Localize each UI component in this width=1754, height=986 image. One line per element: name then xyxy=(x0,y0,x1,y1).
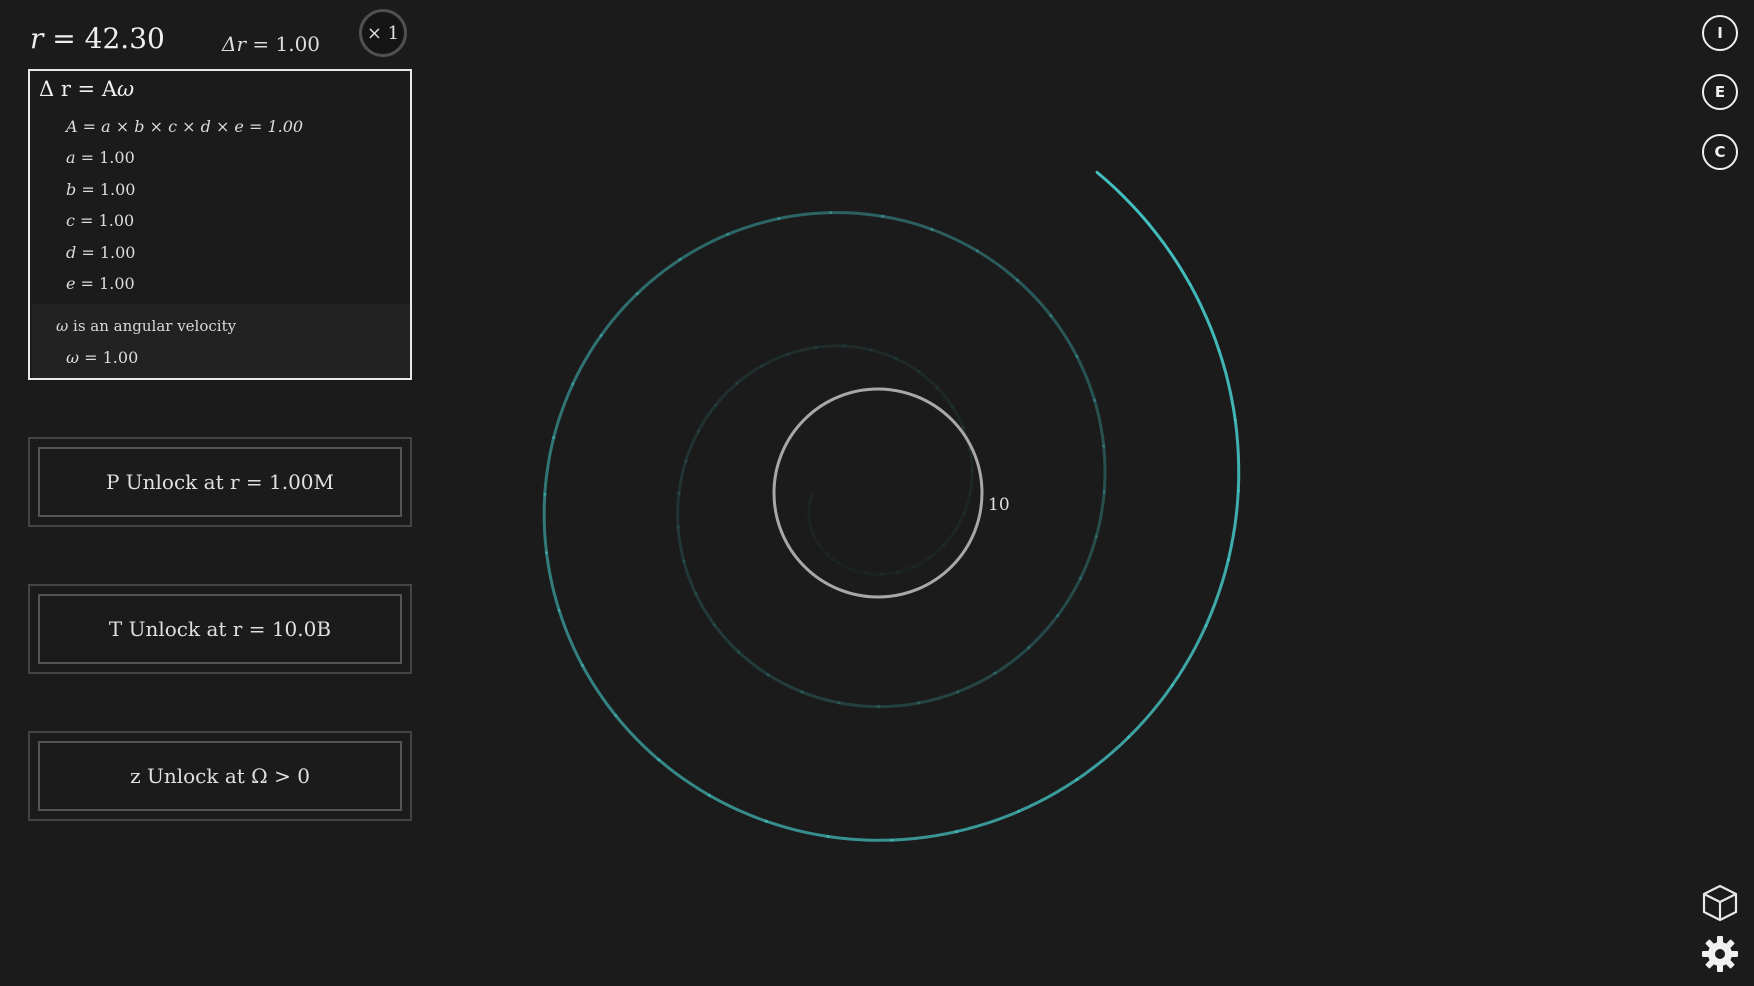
spiral-trail-segment xyxy=(542,492,548,555)
spiral-trail-segment xyxy=(881,214,934,231)
spiral-trail-segment xyxy=(677,459,688,495)
spiral-trail-segment xyxy=(808,521,815,536)
c-button[interactable]: C xyxy=(1702,134,1738,170)
spiral-trail-segment xyxy=(930,227,979,253)
spiral-trail-segment xyxy=(684,430,700,463)
spiral-trail-segment xyxy=(842,344,873,352)
spiral-trail-segment xyxy=(1095,170,1151,226)
spiral-trail-segment xyxy=(968,470,974,495)
current-radius-ring xyxy=(772,387,984,599)
spiral-trail-segment xyxy=(890,830,958,842)
spiral-trail-segment xyxy=(800,690,841,705)
gear-icon[interactable] xyxy=(1700,934,1740,974)
spiral-trail-segment xyxy=(968,448,974,473)
spiral-trail-segment xyxy=(735,364,764,385)
spiral-trail-segment xyxy=(811,532,821,547)
spiral-trail-segment xyxy=(896,565,916,574)
spiral-trail-segment xyxy=(953,511,966,532)
spiral-trail-segment xyxy=(726,217,781,236)
spiral-trail-segment xyxy=(975,249,1019,282)
spiral-trail-segment xyxy=(869,348,898,361)
spiral-trail-segment xyxy=(1233,418,1241,493)
spiral-trail-segment xyxy=(1204,558,1230,628)
spiral-trail-segment xyxy=(1170,624,1208,687)
spiral-trail-segment xyxy=(657,758,711,797)
spiral-trail-segment xyxy=(787,345,818,356)
spiral-trail-segment xyxy=(807,510,812,525)
spiral-trail-segment xyxy=(764,819,830,838)
spiral-trail-segment xyxy=(682,559,698,596)
info-button[interactable]: I xyxy=(1702,15,1738,51)
spiral-trail-segment xyxy=(580,663,618,718)
spiral-trail-segment xyxy=(849,567,867,575)
spiral-trail-segment xyxy=(1217,349,1237,422)
spiral-trail-segment xyxy=(676,525,686,563)
spiral-trail-segment xyxy=(956,671,997,694)
spiral-trail-segment xyxy=(545,551,561,612)
spiral-trail-segment xyxy=(829,211,884,218)
spiral-trail-segment xyxy=(894,357,920,373)
spiral-trail-segment xyxy=(814,344,846,349)
spiral-trail-segment xyxy=(1075,735,1131,782)
spiral-trail-segment xyxy=(954,809,1021,834)
spiral-trail-segment xyxy=(1102,444,1107,494)
cube-icon[interactable] xyxy=(1700,883,1740,923)
spiral-trail-segment xyxy=(635,258,682,296)
spiral-trail-segment xyxy=(1049,314,1079,358)
spiral-trail-segment xyxy=(807,500,812,514)
spiral-trail-segment xyxy=(676,491,681,529)
spiral-trail-segment xyxy=(962,491,972,515)
spiral-trail-segment xyxy=(552,382,575,439)
spiral-trail-segment xyxy=(1079,535,1098,580)
spiral-trail-segment xyxy=(543,436,556,496)
spiral-trail-segment xyxy=(678,232,730,261)
spiral-trail-segment xyxy=(836,561,853,571)
spiral-trail-segment xyxy=(1127,683,1174,739)
spiral-trail-segment xyxy=(712,623,741,654)
spiral-trail-segment xyxy=(599,292,639,337)
spiral-trail-segment xyxy=(927,544,945,560)
spiral-trail-segment xyxy=(912,556,931,569)
spiral-trail-segment xyxy=(1027,614,1060,650)
spiral-trail-segment xyxy=(935,386,954,409)
spiral-trail-segment xyxy=(737,650,770,677)
spiral-trail-segment xyxy=(1017,778,1079,813)
game-stage: r = 42.30 Δr = 1.00 × 1 Δ r = Aω A = a ×… xyxy=(0,0,1754,986)
spiral-trail-segment xyxy=(879,570,899,576)
spiral-trail-segment xyxy=(993,646,1031,675)
spiral-trail-segment xyxy=(817,543,829,556)
spiral-trail-segment xyxy=(760,352,790,368)
spiral-trail-segment xyxy=(1093,398,1106,448)
spiral-trail-segment xyxy=(1188,283,1221,353)
spiral-trail-segment xyxy=(916,369,939,390)
spiral-trail-segment xyxy=(825,553,840,565)
spiral-trail-segment xyxy=(614,714,661,762)
spiral-trail-segment xyxy=(916,690,960,705)
spiral-label: 10 xyxy=(988,495,1010,515)
spiral-trail-segment xyxy=(1056,576,1082,618)
spiral-trail-segment xyxy=(707,793,768,823)
spiral-trail-segment xyxy=(571,334,603,386)
spiral-trail-segment xyxy=(694,592,716,627)
spiral-trail-segment xyxy=(826,835,894,842)
spiral-trail-segment xyxy=(1075,354,1097,402)
spiral-trail-segment xyxy=(1094,490,1106,539)
spiral-trail-segment xyxy=(1226,489,1240,562)
spiral-canvas xyxy=(542,170,1241,842)
spiral-trail-segment xyxy=(696,403,718,433)
spiral-trail-segment xyxy=(766,673,804,694)
spiral-trail-segment xyxy=(1147,222,1192,287)
spiral-trail-segment xyxy=(1015,278,1053,318)
spiral-trail-segment xyxy=(837,701,880,709)
spiral-trail-segment xyxy=(864,571,883,576)
spiral-trail-segment xyxy=(876,701,920,709)
spiral-trail-segment xyxy=(777,211,833,221)
spiral-trail-segment xyxy=(941,529,957,548)
e-button[interactable]: E xyxy=(1702,74,1738,110)
spiral-trail-segment xyxy=(714,381,739,407)
spiral-trail-segment xyxy=(557,608,584,667)
